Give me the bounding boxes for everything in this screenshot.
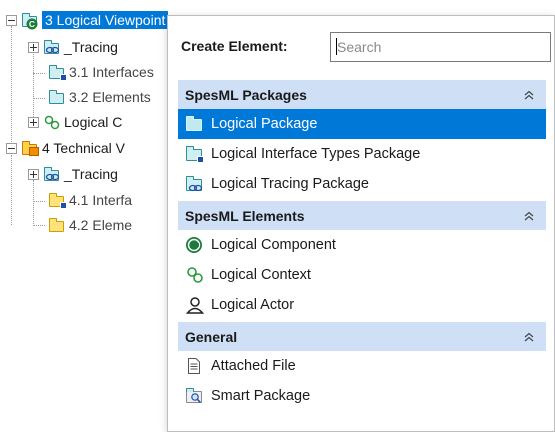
tree-row-logical-viewpoint[interactable]: C 3 Logical Viewpoint <box>6 9 169 31</box>
search-input[interactable] <box>330 32 551 62</box>
section-title: SpesML Packages <box>185 86 307 103</box>
section-title: General <box>185 328 238 345</box>
tree-item-label: 3.2 Elements <box>69 89 151 105</box>
tree-guide-line <box>33 180 34 226</box>
tree-item-label: Logical C <box>64 114 123 130</box>
menu-item-logical-actor[interactable]: Logical Actor <box>178 290 546 320</box>
interface-package-icon <box>48 192 67 209</box>
folder-icon <box>185 115 205 133</box>
menu-item-logical-package[interactable]: Logical Package <box>178 109 546 139</box>
folder-icon <box>48 217 66 233</box>
create-element-popup: Create Element: SpesML Packages Logical … <box>167 15 555 432</box>
tree-guide-line <box>33 98 45 99</box>
menu-item-label: Logical Component <box>211 237 336 253</box>
menu-item-label: Logical Interface Types Package <box>211 146 421 162</box>
tree-guide-line <box>33 73 45 74</box>
tree-row-technical-viewpoint[interactable]: 4 Technical V <box>6 137 125 159</box>
section-spesml-packages[interactable]: SpesML Packages <box>178 79 546 109</box>
menu-item-logical-tracing-package[interactable]: Logical Tracing Package <box>178 169 546 199</box>
element-list: SpesML Packages Logical Package Logical … <box>178 78 546 411</box>
section-general[interactable]: General <box>178 321 546 351</box>
tree-item-label: _Tracing <box>64 39 118 55</box>
expand-icon[interactable] <box>28 41 39 53</box>
menu-item-label: Logical Actor <box>211 297 295 313</box>
tree-item-label: 4.1 Interfa <box>69 192 133 208</box>
tracing-package-icon <box>43 166 61 182</box>
menu-item-smart-package[interactable]: Smart Package <box>178 381 546 411</box>
context-icon <box>185 266 205 284</box>
menu-item-label: Logical Tracing Package <box>211 176 369 192</box>
tree-guide-line <box>33 201 45 202</box>
component-icon <box>185 236 205 254</box>
menu-item-label: Logical Context <box>211 267 311 283</box>
menu-item-logical-interface-types-package[interactable]: Logical Interface Types Package <box>178 139 546 169</box>
expand-icon[interactable] <box>28 116 39 128</box>
tree-guide-line <box>33 225 45 226</box>
interface-package-icon <box>48 64 67 81</box>
collapse-icon[interactable] <box>6 142 17 154</box>
tracing-package-icon <box>185 175 205 193</box>
tree-row-technical-tracing[interactable]: _Tracing <box>28 163 118 185</box>
menu-item-logical-component[interactable]: Logical Component <box>178 230 546 260</box>
tree-item-label: 4 Technical V <box>42 140 126 156</box>
menu-item-label: Smart Package <box>211 388 311 404</box>
menu-item-label: Attached File <box>211 358 296 374</box>
tree-row-logical-context[interactable]: Logical C <box>28 111 122 133</box>
tree-item-label: 4.2 Eleme <box>69 217 133 233</box>
chevron-up-icon[interactable] <box>522 88 536 102</box>
tree-guide-line <box>11 155 12 225</box>
interface-package-icon <box>185 145 205 163</box>
tree-row-interfaces[interactable]: 3.1 Interfaces <box>48 61 154 83</box>
text-caret <box>336 38 337 55</box>
menu-item-label: Logical Package <box>211 116 318 132</box>
section-title: SpesML Elements <box>185 207 305 224</box>
tracing-package-icon <box>43 39 61 55</box>
attached-file-icon <box>185 357 205 375</box>
create-element-label: Create Element: <box>181 38 288 54</box>
tree-item-label: 3.1 Interfaces <box>69 64 154 80</box>
folder-icon <box>48 89 66 105</box>
tree-row-technical-elements[interactable]: 4.2 Eleme <box>48 214 132 236</box>
tree-item-label: 3 Logical Viewpoint <box>42 11 169 29</box>
section-spesml-elements[interactable]: SpesML Elements <box>178 200 546 230</box>
popup-header: Create Element: <box>168 16 554 78</box>
expand-icon[interactable] <box>28 168 39 180</box>
menu-item-attached-file[interactable]: Attached File <box>178 351 546 381</box>
chevron-up-icon[interactable] <box>522 209 536 223</box>
actor-icon <box>185 296 205 314</box>
viewpoint-package-icon: C <box>21 12 39 29</box>
technical-package-icon <box>21 140 39 156</box>
context-icon <box>43 115 61 130</box>
tree-item-label: _Tracing <box>64 166 118 182</box>
menu-item-logical-context[interactable]: Logical Context <box>178 260 546 290</box>
svg-text:C: C <box>29 19 35 29</box>
smart-package-icon <box>185 387 205 405</box>
collapse-icon[interactable] <box>6 14 17 26</box>
tree-row-tracing[interactable]: _Tracing <box>28 36 118 58</box>
tree-row-elements[interactable]: 3.2 Elements <box>48 86 151 108</box>
tree-guide-line <box>11 26 12 146</box>
tree-row-technical-interfaces[interactable]: 4.1 Interfa <box>48 189 132 211</box>
chevron-up-icon[interactable] <box>522 330 536 344</box>
